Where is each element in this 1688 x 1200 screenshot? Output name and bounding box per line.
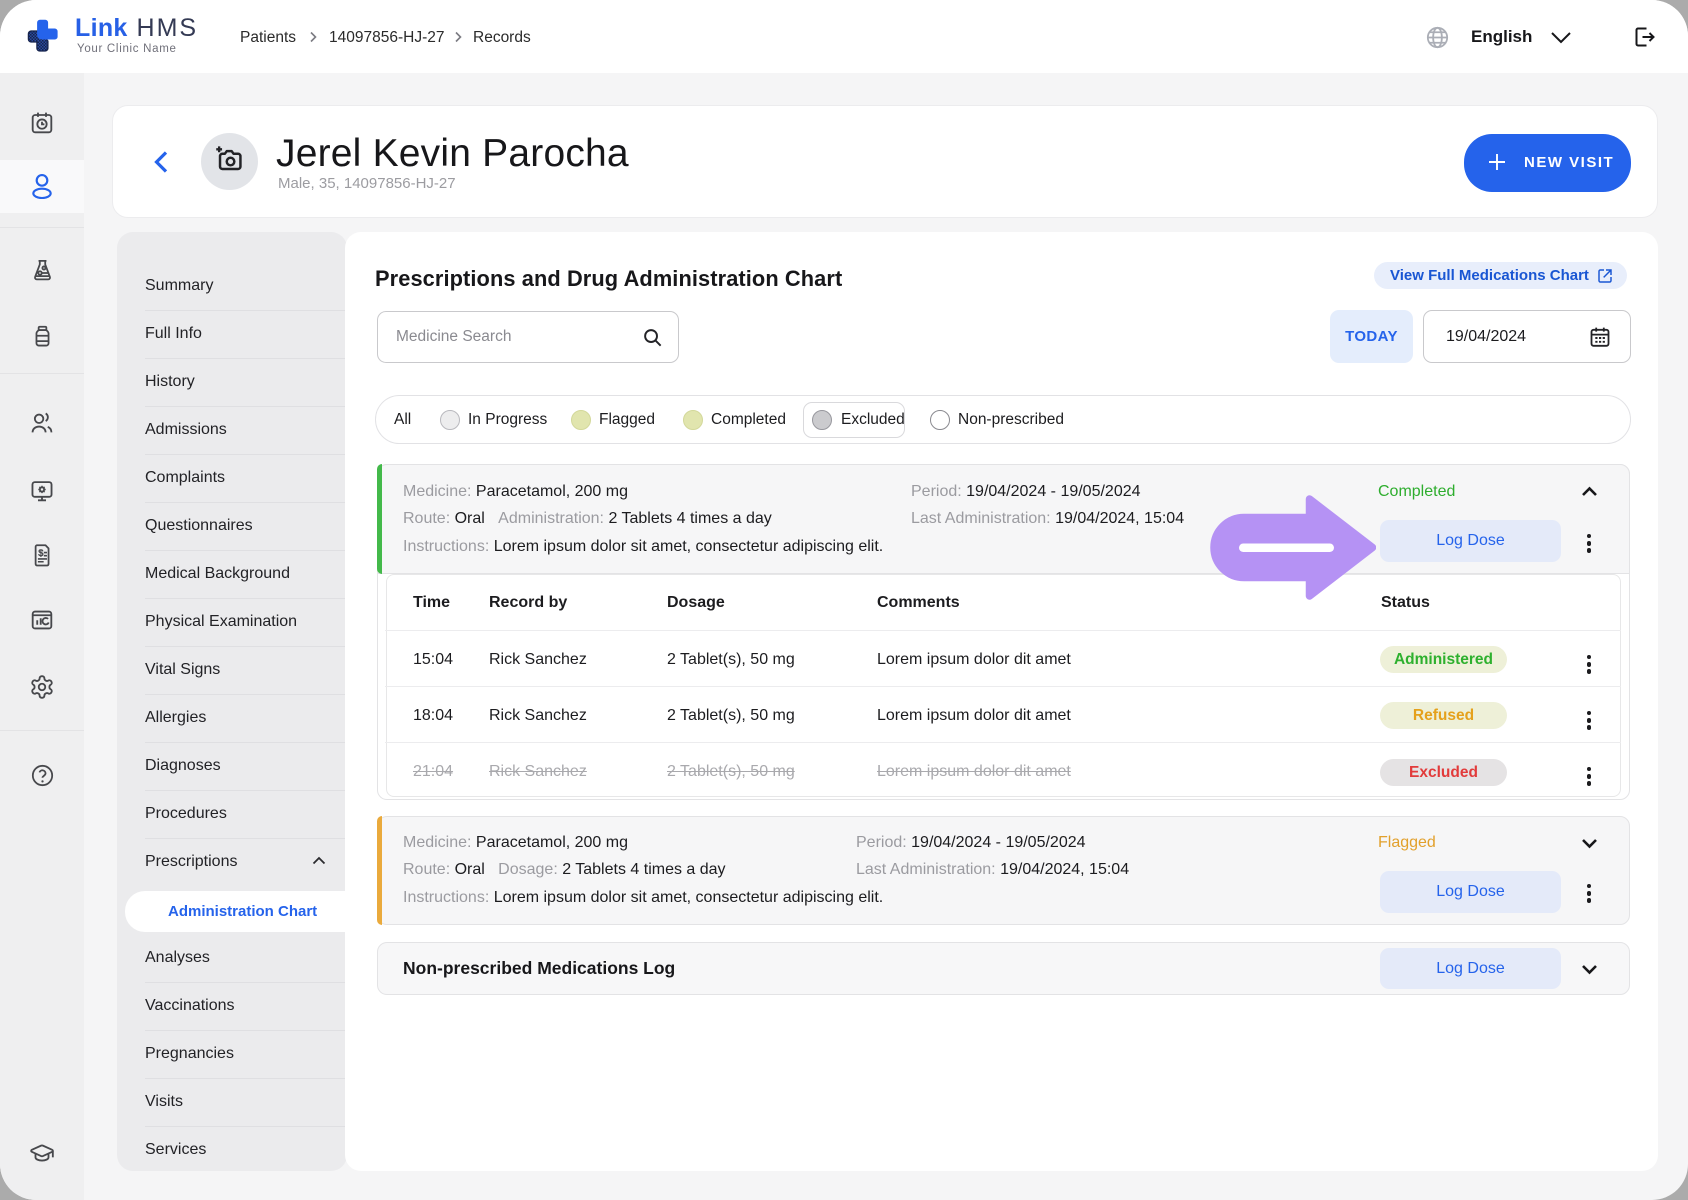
- svg-text:$: $: [38, 548, 43, 558]
